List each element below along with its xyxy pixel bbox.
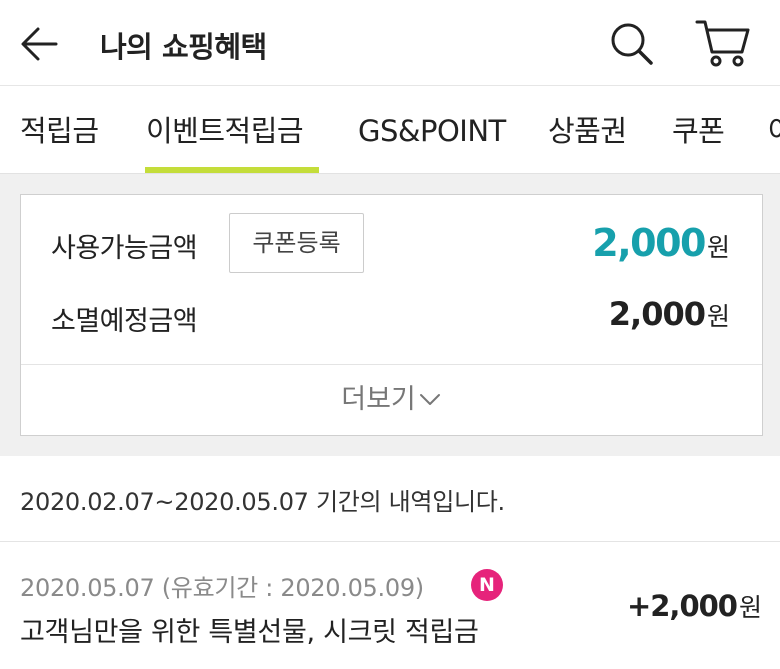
tab-more-cut-off[interactable]: 어 [768,86,780,173]
page-title: 나의 쇼핑혜택 [100,30,267,64]
expiring-amount: 2,000원 [609,295,730,333]
available-amount-value: 2,000 [592,221,706,265]
currency-unit: 원 [706,233,730,262]
currency-unit: 원 [738,593,762,622]
tab-points[interactable]: 적립금 [20,86,99,173]
history-amount: +2,000원 [627,588,762,624]
period-text: 2020.02.07~2020.05.07 기간의 내역입니다. [20,488,505,516]
new-badge: N [471,569,503,601]
more-button[interactable]: 더보기 [21,365,762,436]
top-app-bar: 나의 쇼핑혜택 [0,0,780,86]
cart-icon [695,20,750,67]
available-amount: 2,000원 [592,221,730,265]
tab-gs-point[interactable]: GS&POINT [358,86,506,173]
tab-event-points[interactable]: 이벤트적립금 [146,86,304,173]
tab-gift-card[interactable]: 상품권 [548,86,627,173]
available-amount-label: 사용가능금액 [51,233,198,264]
arrow-left-icon [21,27,58,61]
active-tab-indicator [145,167,319,173]
currency-unit: 원 [706,302,730,331]
points-summary-card: 사용가능금액 쿠폰등록 2,000원 소멸예정금액 2,000원 더보기 [20,194,763,436]
expiring-amount-label: 소멸예정금액 [51,306,198,337]
more-label: 더보기 [341,384,416,415]
search-button[interactable] [606,18,656,68]
history-amount-value: +2,000 [626,589,738,623]
coupon-register-button[interactable]: 쿠폰등록 [229,213,364,273]
shopping-benefits-screen: 나의 쇼핑혜택 적립금 이벤트적립금 GS&POINT 상품권 쿠폰 어 사용가… [0,0,780,669]
history-date: 2020.05.07 (유효기간 : 2020.05.09) [20,574,424,602]
tab-coupon[interactable]: 쿠폰 [672,86,725,173]
period-notice: 2020.02.07~2020.05.07 기간의 내역입니다. [0,456,780,542]
list-item[interactable]: 2020.05.07 (유효기간 : 2020.05.09) N 고객님만을 위… [0,542,780,669]
chevron-down-icon [418,364,442,434]
benefit-tab-bar: 적립금 이벤트적립금 GS&POINT 상품권 쿠폰 어 [0,86,780,174]
cart-button[interactable] [694,16,752,70]
search-icon [611,23,653,65]
expiring-amount-value: 2,000 [608,295,706,333]
history-title: 고객님만을 위한 특별선물, 시크릿 적립금 [20,617,479,648]
back-button[interactable] [16,22,64,66]
